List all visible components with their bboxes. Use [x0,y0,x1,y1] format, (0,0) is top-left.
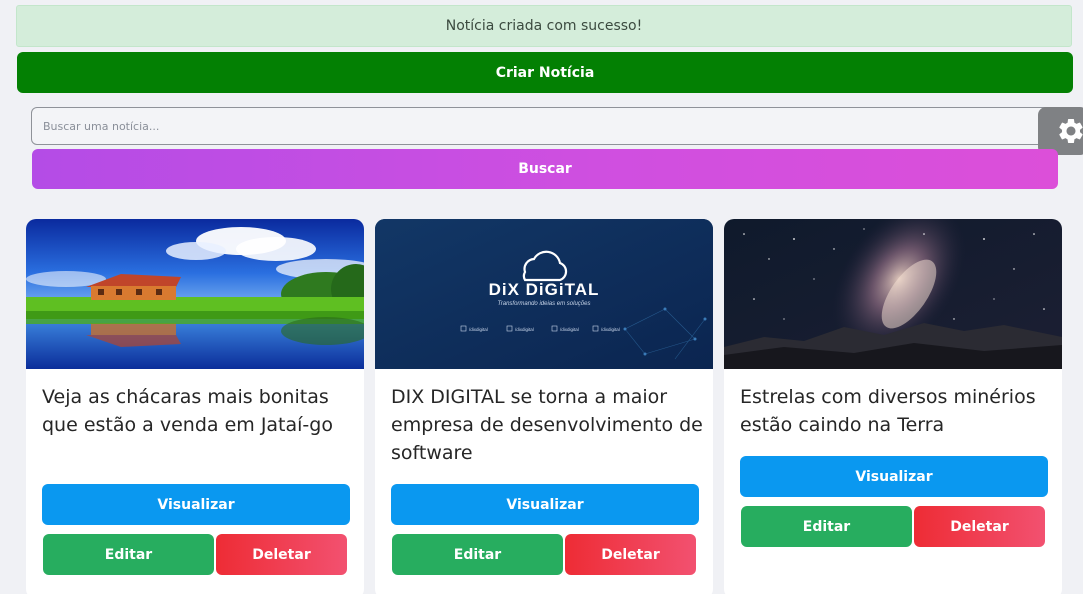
view-button[interactable]: Visualizar [391,484,699,525]
social-handle: /dixdigital [515,327,534,332]
success-alert: Notícia criada com sucesso! [16,5,1072,47]
dix-tagline-text: Transformando ideias em soluções [498,301,591,307]
search-button-label: Buscar [518,161,572,177]
search-button[interactable]: Buscar [32,149,1058,189]
news-card: DiX DiGiTAL Transformando ideias em solu… [375,219,713,594]
social-handle: /dixdigital [560,327,579,332]
edit-button-label: Editar [802,518,851,535]
edit-button-label: Editar [453,546,502,563]
create-news-label: Criar Notícia [495,64,595,81]
delete-button[interactable]: Deletar [914,506,1045,547]
delete-button-label: Deletar [252,546,311,563]
delete-button-label: Deletar [950,518,1009,535]
gear-icon [1059,119,1083,143]
delete-button[interactable]: Deletar [216,534,347,575]
social-handle: /dixdigital [601,327,620,332]
news-title: Veja as chácaras mais bonitas que estão … [42,386,333,436]
news-card: Estrelas com diversos minérios estão cai… [724,219,1062,594]
news-title: Estrelas com diversos minérios estão cai… [740,386,1036,436]
edit-button[interactable]: Editar [741,506,912,547]
delete-button-label: Deletar [601,546,660,563]
view-button[interactable]: Visualizar [42,484,350,525]
edit-button[interactable]: Editar [43,534,214,575]
settings-button[interactable] [1038,107,1083,155]
delete-button[interactable]: Deletar [565,534,696,575]
alert-message: Notícia criada com sucesso! [445,18,643,34]
news-image [26,219,364,369]
edit-button-label: Editar [104,546,153,563]
search-input[interactable] [31,107,1058,145]
view-button-label: Visualizar [157,496,235,513]
news-title: DIX DIGITAL se torna a maior empresa de … [391,386,703,464]
news-card: Veja as chácaras mais bonitas que estão … [26,219,364,594]
view-button[interactable]: Visualizar [740,456,1048,497]
view-button-label: Visualizar [855,468,933,485]
dix-logo-text: DiX DiGiTAL [489,280,600,299]
news-image: DiX DiGiTAL Transformando ideias em solu… [375,219,713,369]
view-button-label: Visualizar [506,496,584,513]
create-news-button[interactable]: Criar Notícia [17,52,1073,93]
news-image [724,219,1062,369]
social-handle: /dixdigital [469,327,488,332]
edit-button[interactable]: Editar [392,534,563,575]
